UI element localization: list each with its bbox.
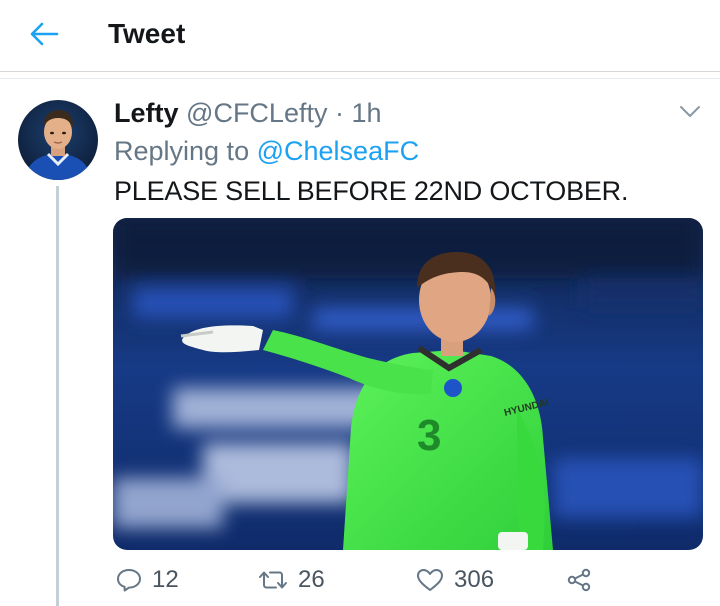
- timestamp[interactable]: 1h: [352, 98, 382, 128]
- top-bar: Tweet: [0, 0, 720, 79]
- page-title: Tweet: [108, 18, 186, 49]
- share-icon: [567, 568, 591, 592]
- section-divider: [0, 78, 720, 79]
- back-arrow-icon: [30, 22, 59, 46]
- thread-line: [56, 186, 59, 606]
- retweet-button[interactable]: 26: [258, 560, 325, 600]
- tweet-author-line: Lefty @CFCLefty · 1h: [114, 96, 382, 130]
- retweet-count: 26: [298, 566, 325, 593]
- avatar-image: [18, 100, 98, 180]
- header-divider: [0, 71, 720, 72]
- reply-button[interactable]: 12: [116, 560, 179, 600]
- chevron-down-icon: [680, 106, 700, 117]
- svg-text:3: 3: [417, 411, 441, 460]
- user-handle[interactable]: @CFCLefty: [186, 98, 327, 128]
- reply-icon: [117, 569, 141, 592]
- display-name[interactable]: Lefty: [114, 98, 179, 128]
- tweet-media-image[interactable]: 3 HYUNDAI: [113, 218, 703, 550]
- avatar[interactable]: [18, 100, 98, 180]
- like-count: 306: [454, 566, 495, 593]
- retweet-icon: [259, 571, 287, 589]
- tweet-menu-button[interactable]: [676, 100, 704, 124]
- reply-count: 12: [152, 566, 179, 593]
- like-icon: [417, 569, 443, 591]
- goalkeeper-photo: 3 HYUNDAI: [113, 218, 703, 550]
- separator-dot: ·: [334, 98, 344, 128]
- tweet-text: PLEASE SELL BEFORE 22ND OCTOBER.: [114, 176, 629, 206]
- share-button[interactable]: [566, 560, 592, 600]
- tweet-actions-bar: 12 26 306: [0, 560, 720, 604]
- back-button[interactable]: [24, 16, 64, 52]
- like-button[interactable]: 306: [416, 560, 494, 600]
- replying-mention-link[interactable]: @ChelseaFC: [257, 136, 419, 166]
- replying-prefix: Replying to: [114, 136, 250, 166]
- replying-to: Replying to @ChelseaFC: [114, 134, 419, 168]
